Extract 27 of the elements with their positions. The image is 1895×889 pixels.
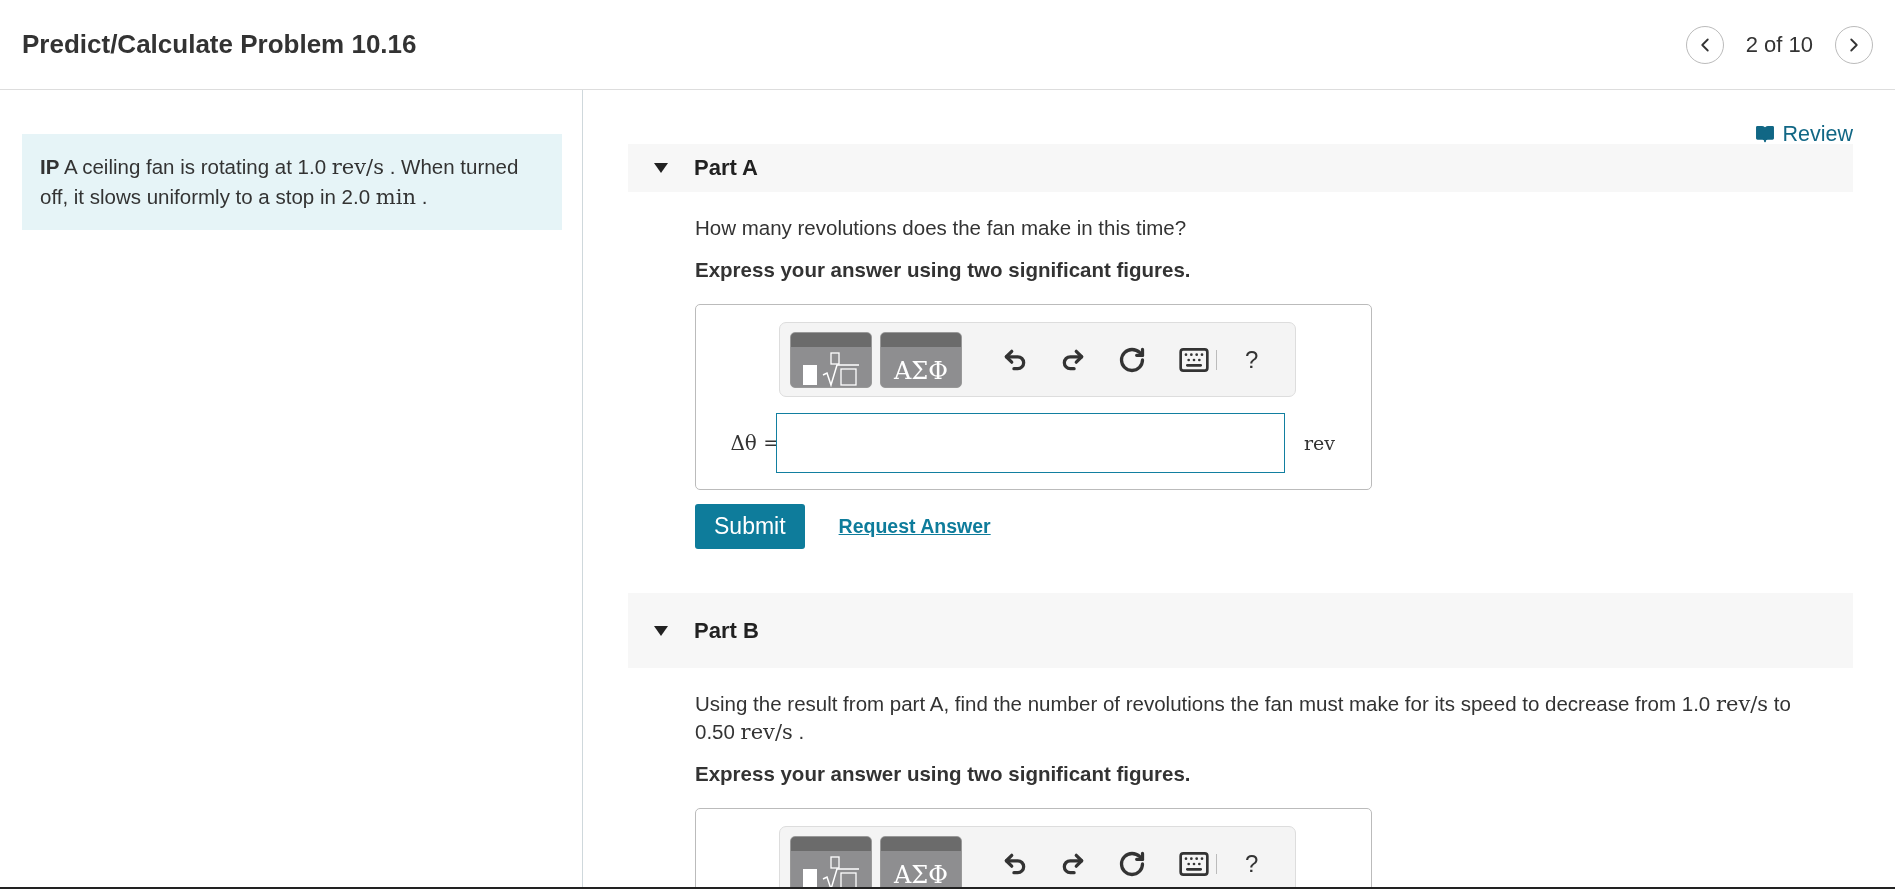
greek-symbols-button[interactable]: ΑΣΦ xyxy=(880,835,962,887)
part-header[interactable]: Part B xyxy=(628,593,1853,668)
templates-button[interactable] xyxy=(790,835,872,887)
instruction-text: Express your answer using two significant figures. xyxy=(695,762,1192,786)
caret-icon xyxy=(654,162,668,174)
review-link[interactable]: Review xyxy=(1754,124,1853,144)
answer-field[interactable] xyxy=(776,413,1285,473)
help-button[interactable]: ? xyxy=(1245,345,1259,374)
templates-button[interactable] xyxy=(790,331,872,388)
greek-symbols-button[interactable]: ΑΣΦ xyxy=(880,331,962,388)
reset-icon[interactable] xyxy=(1118,849,1146,878)
caret-icon xyxy=(654,624,668,637)
part-header[interactable]: Part A xyxy=(628,144,1853,192)
question-text: Using the result from part A, find the number of revolutions the fan must make for its speed to decrease from 1.0 rev/s to 0.50 rev/s . xyxy=(695,691,1792,746)
submit-button[interactable]: Submit xyxy=(695,504,805,549)
reset-icon[interactable] xyxy=(1118,345,1146,374)
instruction-text: Express your answer using two significant figures. xyxy=(695,258,1192,282)
problem-position: 2 of 10 xyxy=(1745,31,1813,58)
question-text: How many revolutions does the fan make in this time? xyxy=(695,215,1188,241)
next-button[interactable] xyxy=(1835,25,1873,64)
problem-statement: IP A ceiling fan is rotating at 1.0 rev/s . When turned off, it slows uniformly to a stop in 2.0 min . xyxy=(22,134,562,230)
previous-button[interactable] xyxy=(1685,25,1724,64)
request-answer-link[interactable]: Request Answer xyxy=(838,515,991,538)
book-icon xyxy=(1754,124,1775,144)
help-button[interactable]: ? xyxy=(1245,849,1259,878)
unit-label: rev xyxy=(1304,432,1336,454)
problem-title: Predict/Calculate Problem 10.16 xyxy=(22,29,418,60)
